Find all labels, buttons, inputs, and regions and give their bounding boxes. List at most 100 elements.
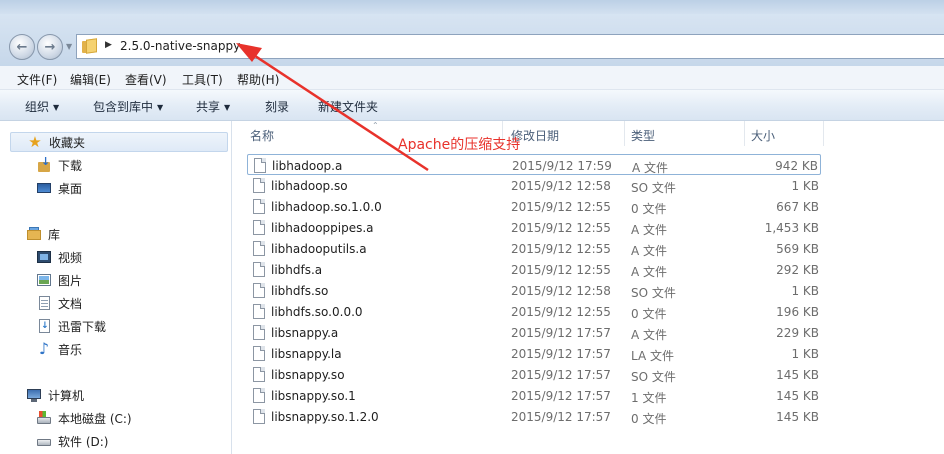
file-row[interactable]: libsnappy.so.1 2015/9/12 17:57 1 文件 145 KB: [247, 385, 821, 406]
burn-button[interactable]: 刻录: [265, 98, 289, 115]
download-folder-icon: ↓: [36, 156, 52, 173]
nav-libraries[interactable]: 库: [26, 224, 60, 244]
column-header-type[interactable]: 类型: [631, 121, 655, 148]
menu-view[interactable]: 查看(V): [125, 71, 167, 88]
file-date-cell: 2015/9/12 17:57: [511, 347, 611, 361]
file-size-cell: 667 KB: [776, 200, 819, 214]
file-name-cell: libhadoop.a: [272, 159, 343, 173]
file-type-cell: LA 文件: [631, 349, 674, 363]
file-icon: [253, 241, 265, 256]
menu-tools[interactable]: 工具(T): [182, 71, 223, 88]
command-bar: 组织 ▼ 包含到库中 ▼ 共享 ▼ 刻录 新建文件夹: [0, 90, 944, 121]
file-date-cell: 2015/9/12 17:59: [512, 159, 612, 173]
file-row[interactable]: libsnappy.la 2015/9/12 17:57 LA 文件 1 KB: [247, 343, 821, 364]
file-type-cell: A 文件: [631, 265, 668, 279]
nav-item-drive-c[interactable]: 本地磁盘 (C:): [36, 408, 132, 428]
file-type-cell: A 文件: [632, 161, 669, 175]
xunlei-download-icon: ↓: [39, 319, 50, 333]
file-icon: [253, 346, 265, 361]
file-type-cell: A 文件: [631, 328, 668, 342]
forward-button[interactable]: →: [37, 34, 63, 60]
file-name-cell: libhdfs.so: [271, 284, 329, 298]
system-drive-icon: [36, 410, 52, 426]
video-icon: [36, 249, 52, 265]
include-in-library-button[interactable]: 包含到库中 ▼: [93, 98, 163, 115]
file-row[interactable]: libhadoop.so 2015/9/12 12:58 SO 文件 1 KB: [247, 175, 821, 196]
breadcrumb-current-folder[interactable]: 2.5.0-native-snappy: [120, 39, 240, 53]
caret-down-icon: ▼: [157, 103, 164, 112]
nav-item-videos[interactable]: 视频: [36, 247, 82, 267]
file-name-cell: libhdfs.a: [271, 263, 323, 277]
column-divider[interactable]: [744, 121, 745, 146]
file-type-cell: A 文件: [631, 244, 668, 258]
file-row[interactable]: libsnappy.a 2015/9/12 17:57 A 文件 229 KB: [247, 322, 821, 343]
nav-item-pictures[interactable]: 图片: [36, 270, 82, 290]
file-size-cell: 1 KB: [791, 284, 819, 298]
nav-item-desktop[interactable]: 桌面: [36, 178, 82, 198]
nav-item-documents[interactable]: 文档: [36, 293, 82, 313]
address-toolbar: ← → ▼ ▶ 2.5.0-native-snappy: [0, 0, 944, 66]
file-icon: [253, 304, 265, 319]
file-date-cell: 2015/9/12 17:57: [511, 326, 611, 340]
file-size-cell: 292 KB: [776, 263, 819, 277]
file-row[interactable]: libhadooppipes.a 2015/9/12 12:55 A 文件 1,453…: [247, 217, 821, 238]
file-row[interactable]: libhdfs.so 2015/9/12 12:58 SO 文件 1 KB: [247, 280, 821, 301]
file-row[interactable]: libhadooputils.a 2015/9/12 12:55 A 文件 569 K…: [247, 238, 821, 259]
file-date-cell: 2015/9/12 12:55: [511, 242, 611, 256]
nav-item-downloads[interactable]: ↓ 下载: [36, 155, 82, 175]
file-date-cell: 2015/9/12 12:58: [511, 179, 611, 193]
file-type-cell: SO 文件: [631, 370, 676, 384]
file-name-cell: libsnappy.so.1: [271, 389, 356, 403]
folder-icon: [82, 38, 97, 54]
nav-favorites[interactable]: ★ 收藏夹: [10, 132, 228, 152]
file-type-cell: 0 文件: [631, 412, 667, 426]
nav-item-drive-d[interactable]: 软件 (D:): [36, 431, 108, 451]
file-size-cell: 569 KB: [776, 242, 819, 256]
file-icon: [253, 178, 265, 193]
desktop-icon: [36, 180, 52, 196]
column-header-name[interactable]: 名称: [250, 121, 274, 148]
file-icon: [253, 220, 265, 235]
sort-ascending-icon: ⌃: [372, 121, 379, 130]
file-row[interactable]: libhdfs.so.0.0.0 2015/9/12 12:55 0 文件 196 K…: [247, 301, 821, 322]
file-size-cell: 1,453 KB: [764, 221, 819, 235]
file-row[interactable]: libsnappy.so 2015/9/12 17:57 SO 文件 145 KB: [247, 364, 821, 385]
address-field[interactable]: ▶ 2.5.0-native-snappy: [76, 34, 944, 59]
file-date-cell: 2015/9/12 17:57: [511, 410, 611, 424]
file-type-cell: A 文件: [631, 223, 668, 237]
star-icon: ★: [28, 133, 42, 151]
nav-item-music[interactable]: ♪ 音乐: [36, 339, 82, 359]
file-size-cell: 1 KB: [791, 179, 819, 193]
file-icon: [253, 409, 265, 424]
file-name-cell: libhdfs.so.0.0.0: [271, 305, 363, 319]
file-type-cell: 0 文件: [631, 307, 667, 321]
organize-button[interactable]: 组织 ▼: [25, 98, 59, 115]
menu-file[interactable]: 文件(F): [17, 71, 57, 88]
column-header-size[interactable]: 大小: [751, 121, 775, 148]
new-folder-button[interactable]: 新建文件夹: [318, 98, 378, 115]
file-icon: [254, 158, 266, 173]
library-icon: [26, 226, 42, 242]
file-row[interactable]: libhadoop.a 2015/9/12 17:59 A 文件 942 KB: [247, 154, 821, 175]
file-icon: [253, 199, 265, 214]
column-divider[interactable]: [624, 121, 625, 146]
document-icon: [36, 295, 52, 311]
recent-pages-dropdown[interactable]: ▼: [66, 42, 72, 51]
menu-edit[interactable]: 编辑(E): [70, 71, 111, 88]
file-row[interactable]: libhadoop.so.1.0.0 2015/9/12 12:55 0 文件 667…: [247, 196, 821, 217]
breadcrumb-chevron-icon[interactable]: ▶: [105, 40, 112, 50]
nav-item-xunlei-downloads[interactable]: ↓ 迅雷下载: [36, 316, 106, 336]
file-size-cell: 145 KB: [776, 389, 819, 403]
file-row[interactable]: libhdfs.a 2015/9/12 12:55 A 文件 292 KB: [247, 259, 821, 280]
arrow-left-icon: ←: [16, 39, 28, 55]
file-date-cell: 2015/9/12 12:55: [511, 305, 611, 319]
file-type-cell: SO 文件: [631, 286, 676, 300]
column-divider[interactable]: [823, 121, 824, 146]
file-type-cell: 1 文件: [631, 391, 667, 405]
file-size-cell: 145 KB: [776, 410, 819, 424]
back-button[interactable]: ←: [9, 34, 35, 60]
menu-help[interactable]: 帮助(H): [237, 71, 279, 88]
file-row[interactable]: libsnappy.so.1.2.0 2015/9/12 17:57 0 文件 145…: [247, 406, 821, 427]
nav-computer[interactable]: 计算机: [26, 385, 84, 405]
share-button[interactable]: 共享 ▼: [196, 98, 230, 115]
